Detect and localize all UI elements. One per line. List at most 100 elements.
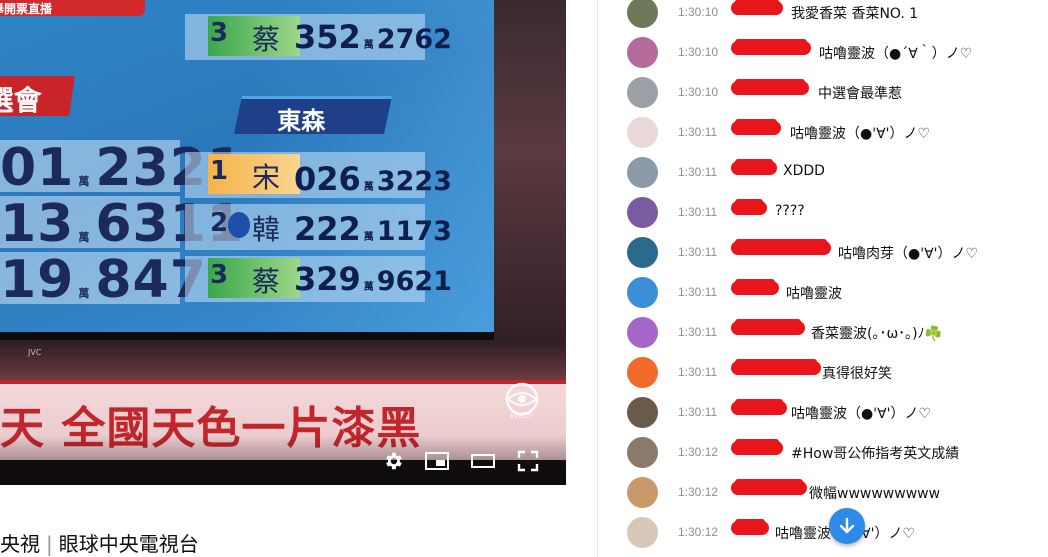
chat-timestamp: 1:30:11 (678, 285, 718, 299)
avatar[interactable] (627, 517, 658, 548)
avatar[interactable] (627, 37, 658, 68)
gear-icon (386, 452, 402, 470)
vote-top: 352 萬 2762 (294, 18, 452, 56)
avatar[interactable] (627, 157, 658, 188)
party-label: 選會 (0, 76, 75, 117)
avatar[interactable] (627, 277, 658, 308)
tv-screen: 選舉開票直播 選會 01萬2321 13萬6311 19萬8475 3 蔡 35… (0, 0, 494, 340)
fullscreen-icon (517, 450, 539, 472)
candidate-3: 3 蔡 (208, 258, 300, 298)
author-name-redacted[interactable] (731, 199, 767, 215)
chat-message-text: 中選會最準惹 (818, 86, 902, 102)
author-name-redacted[interactable] (731, 399, 787, 415)
avatar[interactable] (627, 237, 658, 268)
author-name-redacted[interactable] (731, 159, 777, 175)
chat-message[interactable]: 1:30:11 XDDD (598, 153, 1048, 193)
chat-message-text: 咕嚕靈波（●´∀｀）ノ♡ (819, 46, 973, 62)
author-name-redacted[interactable] (731, 39, 811, 55)
theater-icon (471, 454, 495, 468)
author-name-redacted[interactable] (731, 319, 805, 335)
settings-button[interactable] (380, 448, 406, 474)
district-label: 東森 (233, 96, 393, 135)
chat-message[interactable]: 1:30:10 咕嚕靈波（●´∀｀）ノ♡ (598, 33, 1048, 73)
chat-message-text: 我愛香菜 香菜NO. 1 (791, 6, 919, 22)
channel-watermark-icon: EVECTY (505, 382, 539, 420)
avatar[interactable] (627, 197, 658, 228)
author-name-redacted[interactable] (731, 279, 779, 295)
studio-floor (0, 340, 566, 380)
chat-message[interactable]: 1:30:11 咕嚕肉芽（●'∀'）ノ♡ (598, 233, 1048, 273)
live-chat[interactable]: 1:30:10 我愛香菜 香菜NO. 1 1:30:10 咕嚕靈波（●´∀｀）ノ♡ 1:… (597, 0, 1048, 557)
chat-message[interactable]: 1:30:11 咕嚕靈波 (598, 273, 1048, 313)
avatar[interactable] (627, 117, 658, 148)
author-name-redacted[interactable] (731, 519, 769, 535)
studio-background (494, 0, 566, 380)
chat-message-text: #How哥公佈指考英文成績 (791, 446, 960, 462)
chat-message-text: 微幅wwwwwwwww (809, 486, 941, 502)
fullscreen-button[interactable] (515, 448, 541, 474)
vote-3: 329 萬 9621 (294, 260, 452, 298)
chat-message[interactable]: 1:30:12 微幅wwwwwwwww (598, 473, 1048, 513)
candidate-2: 2 韓 (210, 208, 281, 246)
svg-text:EVECTY: EVECTY (510, 413, 534, 420)
chat-message[interactable]: 1:30:11 咕嚕靈波（●'∀'）ノ♡ (598, 393, 1048, 433)
candidate-1: 1 宋 (208, 154, 300, 194)
chat-message-text: 香菜靈波(｡･ω･｡)ﾉ☘️ (811, 326, 943, 342)
channel-name[interactable]: 央視 | 眼球中央電視台 (0, 528, 199, 557)
chat-message-text: ???? (775, 203, 805, 219)
chat-message-text: 咕嚕靈波 (786, 286, 842, 302)
chat-message[interactable]: 1:30:10 中選會最準惹 (598, 73, 1048, 113)
chat-timestamp: 1:30:10 (678, 45, 719, 59)
author-name-redacted[interactable] (731, 0, 783, 15)
chat-timestamp: 1:30:11 (678, 245, 718, 259)
avatar[interactable] (627, 437, 658, 468)
avatar[interactable] (627, 397, 658, 428)
video-player[interactable]: 選舉開票直播 選會 01萬2321 13萬6311 19萬8475 3 蔡 35… (0, 0, 566, 485)
tv-display: 選舉開票直播 選會 01萬2321 13萬6311 19萬8475 3 蔡 35… (0, 0, 494, 332)
chat-message-text: XDDD (783, 163, 825, 179)
avatar[interactable] (627, 77, 658, 108)
chat-message-text: 咕嚕靈波（●'∀'）ノ♡ (791, 406, 932, 422)
chat-timestamp: 1:30:11 (678, 325, 718, 339)
avatar[interactable] (627, 317, 658, 348)
chat-timestamp: 1:30:11 (678, 365, 718, 379)
chat-timestamp: 1:30:12 (678, 525, 719, 539)
chat-message[interactable]: 1:30:11 咕嚕靈波（●'∀'）ノ♡ (598, 113, 1048, 153)
chat-message[interactable]: 1:30:11 真得很好笑 (598, 353, 1048, 393)
avatar[interactable] (627, 477, 658, 508)
chat-message[interactable]: 1:30:11 香菜靈波(｡･ω･｡)ﾉ☘️ (598, 313, 1048, 353)
chat-timestamp: 1:30:11 (678, 165, 718, 179)
chat-timestamp: 1:30:10 (678, 5, 719, 19)
avatar[interactable] (627, 0, 658, 28)
chat-message-text: 真得很好笑 (822, 366, 892, 382)
chat-message[interactable]: 1:30:12咕嚕靈波（●'∀'）ノ♡ (598, 513, 1048, 553)
chat-timestamp: 1:30:11 (678, 125, 718, 139)
vote-2: 222 萬 1173 (294, 210, 452, 248)
chat-message-text: 咕嚕靈波（●'∀'）ノ♡ (790, 126, 931, 142)
miniplayer-button[interactable] (424, 448, 450, 474)
top-banner: 選舉開票直播 (0, 0, 145, 16)
chat-timestamp: 1:30:11 (678, 205, 718, 219)
vote-1: 026 萬 3223 (294, 160, 452, 198)
author-name-redacted[interactable] (731, 119, 781, 135)
arrow-down-icon (839, 517, 855, 534)
author-name-redacted[interactable] (731, 79, 809, 95)
chat-message[interactable]: 1:30:10 我愛香菜 香菜NO. 1 (598, 0, 1048, 33)
chat-timestamp: 1:30:12 (678, 445, 719, 459)
scroll-to-bottom-button[interactable] (829, 508, 865, 544)
tv-brand-logo: JVC (28, 348, 42, 357)
author-name-redacted[interactable] (731, 479, 807, 495)
author-name-redacted[interactable] (731, 439, 783, 455)
avatar[interactable] (627, 357, 658, 388)
miniplayer-icon (425, 452, 449, 470)
chat-message[interactable]: 1:30:11???? (598, 193, 1048, 233)
author-name-redacted[interactable] (731, 359, 821, 375)
chat-timestamp: 1:30:10 (678, 85, 719, 99)
chat-timestamp: 1:30:11 (678, 405, 718, 419)
chat-message-text: 咕嚕肉芽（●'∀'）ノ♡ (838, 246, 979, 262)
author-name-redacted[interactable] (731, 239, 831, 255)
party-emblem-icon (228, 212, 250, 238)
chat-timestamp: 1:30:12 (678, 485, 719, 499)
chat-message[interactable]: 1:30:12 #How哥公佈指考英文成績 (598, 433, 1048, 473)
theater-mode-button[interactable] (470, 448, 496, 474)
